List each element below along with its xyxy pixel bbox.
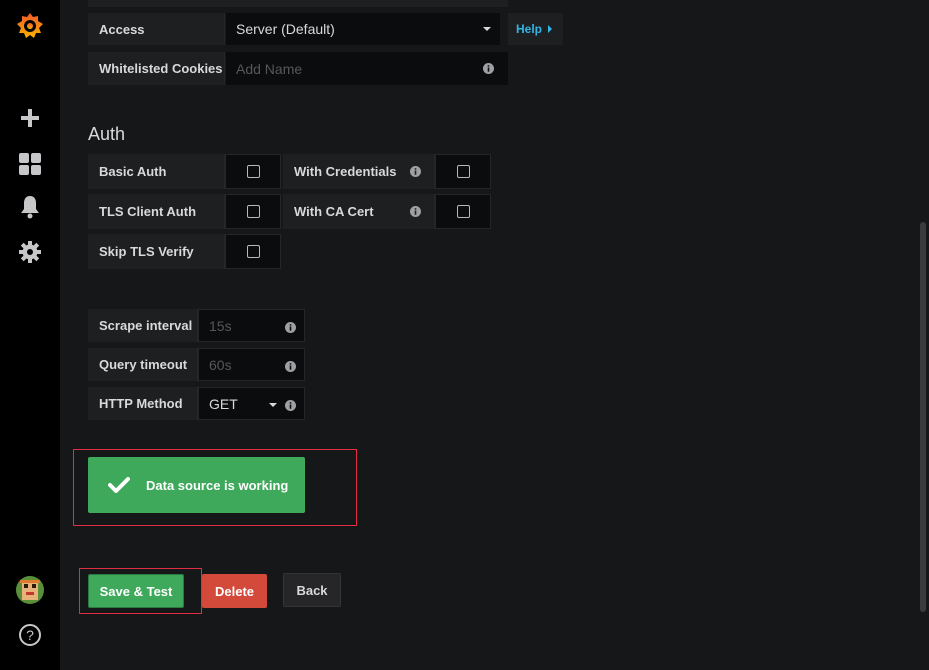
delete-button[interactable]: Delete: [202, 574, 267, 608]
info-icon[interactable]: [410, 206, 421, 217]
skip-tls-verify-cell: [225, 234, 281, 269]
scrape-interval-input[interactable]: 15s: [198, 309, 305, 342]
plus-icon[interactable]: [15, 103, 45, 133]
back-button[interactable]: Back: [283, 573, 341, 607]
query-timeout-label: Query timeout: [88, 348, 198, 381]
help-button[interactable]: Help: [508, 13, 563, 45]
tls-client-auth-cell: [225, 194, 281, 229]
skip-tls-verify-checkbox[interactable]: [246, 245, 260, 258]
svg-text:?: ?: [26, 627, 34, 643]
gear-icon[interactable]: [15, 237, 45, 267]
with-credentials-checkbox[interactable]: [456, 165, 470, 178]
access-select[interactable]: Server (Default): [226, 13, 500, 45]
whitelisted-cookies-label: Whitelisted Cookies: [88, 52, 225, 85]
scrape-interval-label: Scrape interval: [88, 309, 198, 342]
tls-client-auth-checkbox[interactable]: [246, 205, 260, 218]
chevron-down-icon: [269, 403, 277, 407]
http-method-select[interactable]: GET: [198, 387, 305, 420]
chevron-down-icon: [483, 27, 491, 31]
avatar[interactable]: [16, 576, 44, 604]
previous-field-row: [88, 0, 508, 7]
dashboards-icon[interactable]: [15, 149, 45, 179]
with-ca-cert-label: With CA Cert: [283, 194, 435, 229]
query-timeout-input[interactable]: 60s: [198, 348, 305, 381]
auth-section-title: Auth: [88, 124, 126, 144]
help-icon[interactable]: ?: [15, 620, 45, 650]
grafana-logo-icon[interactable]: [15, 11, 45, 41]
check-icon: [108, 476, 130, 494]
side-menu: ?: [0, 0, 60, 670]
tls-client-auth-label: TLS Client Auth: [88, 194, 225, 229]
basic-auth-checkbox[interactable]: [246, 165, 260, 178]
with-ca-cert-cell: [435, 194, 491, 229]
with-ca-cert-checkbox[interactable]: [456, 205, 470, 218]
success-alert: Data source is working: [88, 457, 305, 513]
info-icon[interactable]: [410, 166, 421, 177]
alert-text: Data source is working: [146, 477, 289, 493]
basic-auth-label: Basic Auth: [88, 154, 225, 189]
save-test-button[interactable]: Save & Test: [88, 574, 184, 608]
scrollbar[interactable]: [920, 222, 926, 612]
info-icon[interactable]: [285, 322, 296, 333]
with-credentials-label: With Credentials: [283, 154, 435, 189]
info-icon[interactable]: [285, 400, 296, 411]
whitelisted-cookies-input[interactable]: Add Name: [226, 52, 508, 85]
basic-auth-cell: [225, 154, 281, 189]
info-icon[interactable]: [285, 361, 296, 372]
http-method-label: HTTP Method: [88, 387, 198, 420]
caret-right-icon: [548, 25, 553, 33]
access-label: Access: [88, 13, 225, 45]
bell-icon[interactable]: [15, 192, 45, 222]
with-credentials-cell: [435, 154, 491, 189]
info-icon[interactable]: [483, 63, 494, 74]
datasource-settings-page: Access Server (Default) Help Whitelisted…: [60, 0, 929, 670]
skip-tls-verify-label: Skip TLS Verify: [88, 234, 225, 269]
